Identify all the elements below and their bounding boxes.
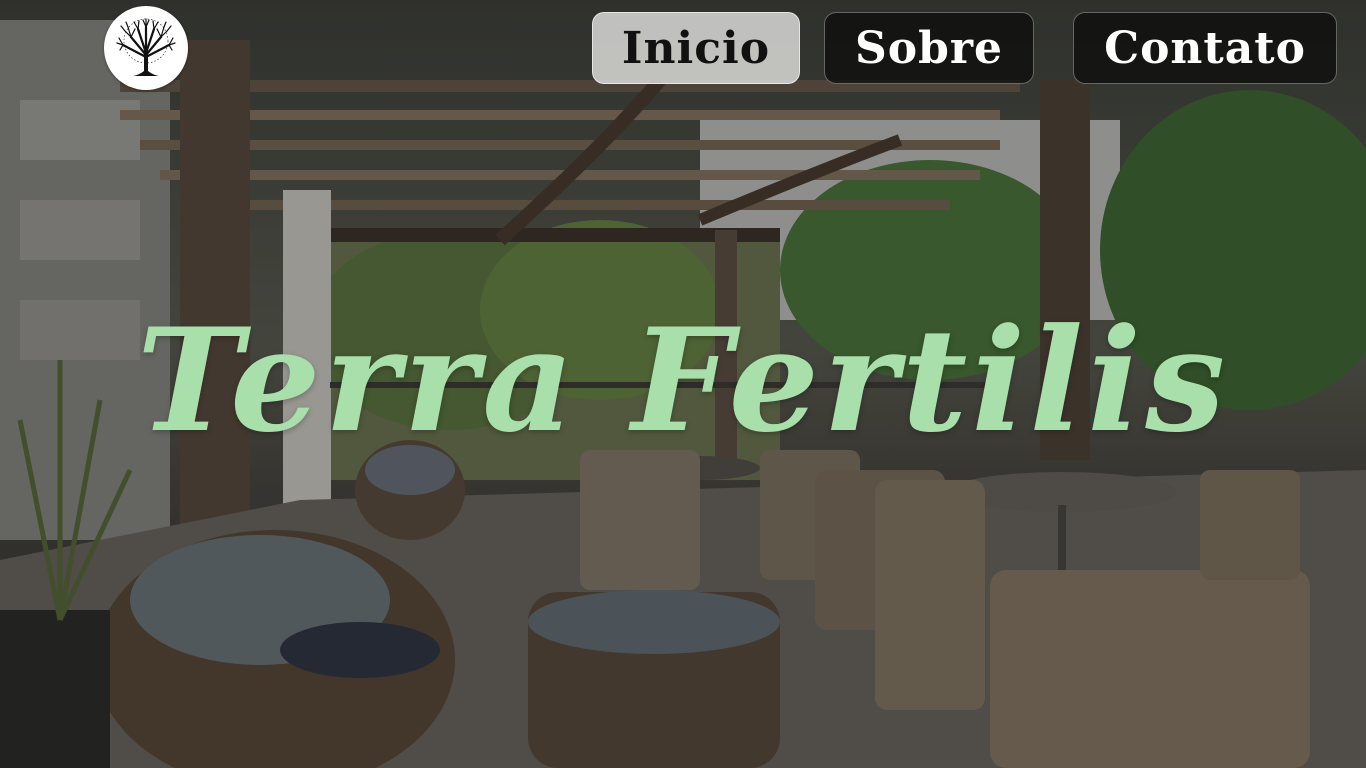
nav-contato-button[interactable]: Contato — [1073, 12, 1337, 84]
main-navigation: Inicio Sobre Contato — [0, 12, 1366, 86]
hero-section: Inicio Sobre Contato Terra Fertilis — [0, 0, 1366, 768]
nav-sobre-button[interactable]: Sobre — [824, 12, 1034, 84]
nav-inicio-button[interactable]: Inicio — [592, 12, 800, 84]
hero-title: Terra Fertilis — [136, 298, 1230, 464]
